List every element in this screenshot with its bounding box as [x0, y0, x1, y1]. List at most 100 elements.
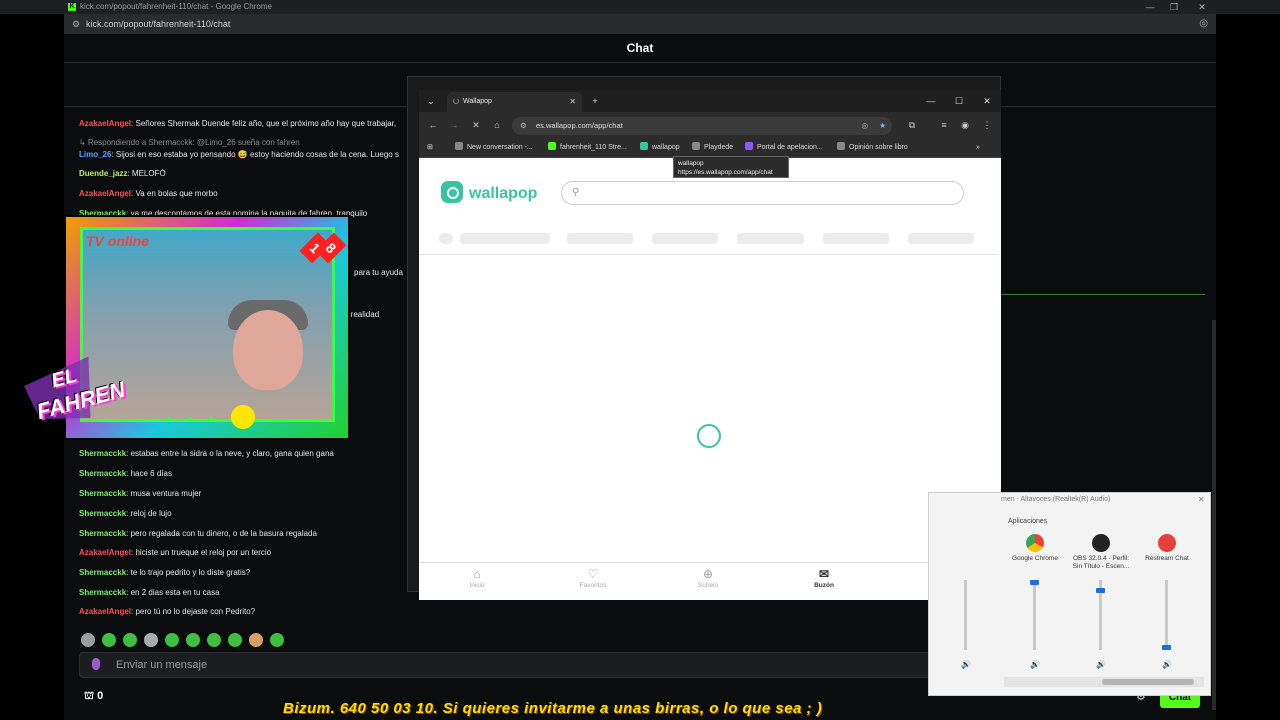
site-info-icon[interactable]: ⚙: [72, 19, 80, 29]
emote-icon[interactable]: [270, 633, 284, 647]
chat-username[interactable]: AzakaelAngel: [79, 119, 131, 128]
emote-icon[interactable]: [165, 633, 179, 647]
window-minimize-icon[interactable]: —: [924, 90, 938, 112]
apps-grid-icon[interactable]: ⊞: [427, 141, 433, 155]
bookmark-label: fahrenheit_110 Stre...: [560, 144, 627, 151]
emote-icon[interactable]: [123, 633, 137, 647]
chat-username[interactable]: AzakaelAngel: [79, 607, 131, 616]
bookmark-icon: [837, 142, 845, 150]
microphone-icon[interactable]: [92, 658, 100, 670]
chat-username[interactable]: Duende_jazz: [79, 169, 127, 178]
chat-username[interactable]: AzakaelAngel: [79, 189, 131, 198]
emote-icon[interactable]: [102, 633, 116, 647]
chat-message: Shermacckk: musa ventura mujer: [79, 488, 201, 500]
emote-icon[interactable]: [228, 633, 242, 647]
home-icon[interactable]: ⌂: [490, 117, 504, 133]
pacman-dots: ● ● ●: [166, 414, 220, 425]
kick-logo-icon: K: [68, 3, 76, 11]
chat-message-input[interactable]: Enviar un mensaje: [79, 652, 939, 678]
volume-slider[interactable]: [1165, 580, 1168, 650]
address-bar[interactable]: ⚙ es.wallapop.com/app/chat ◎ ★: [512, 117, 892, 135]
chat-message: Shermacckk: reloj de lujo: [79, 508, 172, 520]
menu-icon[interactable]: ⋮: [980, 117, 994, 133]
chat-username[interactable]: Shermacckk: [79, 509, 126, 518]
stop-icon[interactable]: ✕: [469, 117, 483, 133]
close-icon[interactable]: ✕: [1192, 0, 1212, 14]
speaker-icon[interactable]: 🔊: [1162, 660, 1172, 669]
bookmark-icon: [548, 142, 556, 150]
obs-icon: [1092, 534, 1110, 552]
emote-icon[interactable]: [249, 633, 263, 647]
speaker-icon[interactable]: 🔊: [961, 660, 971, 669]
bookmark-label: New conversation -...: [467, 144, 533, 151]
bookmark-label: Playdede: [704, 144, 734, 151]
category-skeleton: [823, 233, 889, 244]
chat-username[interactable]: AzakaelAngel: [79, 548, 131, 557]
volume-knob[interactable]: [1162, 644, 1171, 650]
mixer-app-name: Google Chrome: [1012, 555, 1058, 562]
chat-username[interactable]: Shermacckk: [79, 588, 126, 597]
volume-knob[interactable]: [1030, 580, 1039, 585]
outer-address-bar[interactable]: ⚙ kick.com/popout/fahrenheit-110/chat ◎: [64, 14, 1216, 34]
chat-scrollbar[interactable]: [1212, 320, 1216, 710]
chat-username[interactable]: Shermacckk: [79, 489, 126, 498]
nav-buzon[interactable]: ✉ Buzón: [789, 566, 859, 589]
new-tab-icon[interactable]: +: [588, 90, 602, 112]
site-settings-icon[interactable]: ⚙: [520, 117, 527, 135]
category-skeleton: [460, 233, 550, 244]
wallapop-search-input[interactable]: ⚲: [561, 181, 964, 205]
chat-message-text: : te lo trajo pedrito y lo diste gratis?: [126, 568, 251, 577]
emote-icon[interactable]: [144, 633, 158, 647]
speaker-icon[interactable]: 🔊: [1096, 660, 1106, 669]
back-icon[interactable]: ←: [426, 117, 440, 133]
nav-subelo[interactable]: ⊕ Súbelo: [673, 566, 743, 589]
bookmark-label: Portal de apelacion...: [757, 144, 823, 151]
bookmark-fahrenheit[interactable]: fahrenheit_110 Stre...: [548, 141, 627, 155]
wallapop-logo[interactable]: wallapop: [441, 181, 537, 205]
window-close-icon[interactable]: ✕: [980, 90, 994, 112]
bookmark-icon: [640, 142, 648, 150]
bookmark-new-conversation[interactable]: New conversation -...: [455, 141, 533, 155]
bookmark-star-icon[interactable]: ★: [879, 117, 886, 135]
emote-icon[interactable]: [207, 633, 221, 647]
nav-label: Buzón: [814, 582, 834, 589]
window-maximize-icon[interactable]: ☐: [952, 90, 966, 112]
mixer-scroll-thumb[interactable]: [1102, 679, 1194, 685]
chat-username[interactable]: Shermacckk: [79, 568, 126, 577]
tab-wallapop[interactable]: Wallapop ✕: [447, 92, 582, 112]
emote-icon[interactable]: [81, 633, 95, 647]
chat-message: Duende_jazz: MELOFÓ: [79, 168, 166, 180]
nav-favoritos[interactable]: ♡ Favoritos: [558, 566, 628, 589]
bookmark-playdede[interactable]: Playdede: [692, 141, 733, 155]
extensions-icon[interactable]: ⧉: [905, 117, 919, 133]
emote-icon[interactable]: [186, 633, 200, 647]
bookmark-portal[interactable]: Portal de apelacion...: [745, 141, 823, 155]
pacman-icon: [231, 405, 255, 429]
outer-url-text: kick.com/popout/fahrenheit-110/chat: [86, 19, 231, 29]
forward-icon[interactable]: →: [447, 117, 461, 133]
tab-close-icon[interactable]: ✕: [569, 92, 576, 112]
volume-slider[interactable]: [964, 580, 967, 650]
chat-message: AzakaelAngel: pero tú no lo dejaste con …: [79, 606, 255, 618]
nav-inicio[interactable]: ⌂ Inicio: [442, 566, 512, 589]
mixer-scrollbar[interactable]: [1004, 677, 1204, 687]
restore-icon[interactable]: ❐: [1164, 0, 1184, 14]
bookmark-opinion[interactable]: Opinión sobre libro: [837, 141, 908, 155]
profile-icon[interactable]: ◉: [958, 117, 972, 133]
volume-slider[interactable]: [1033, 580, 1036, 650]
bookmark-wallapop[interactable]: wallapop: [640, 141, 680, 155]
eye-slash-icon[interactable]: ◎: [861, 117, 868, 135]
mixer-close-icon[interactable]: ✕: [1198, 495, 1205, 504]
chat-username[interactable]: Shermacckk: [79, 449, 126, 458]
volume-knob[interactable]: [1096, 588, 1105, 594]
more-bookmarks-icon[interactable]: »: [976, 141, 980, 155]
plus-circle-icon: ⊕: [702, 567, 714, 581]
minimize-icon[interactable]: —: [1140, 0, 1160, 14]
chat-username[interactable]: Shermacckk: [79, 469, 126, 478]
tab-search-icon[interactable]: ⌄: [424, 90, 438, 112]
chat-username[interactable]: Limo_26: [79, 150, 111, 159]
eye-off-icon[interactable]: ◎: [1199, 14, 1208, 34]
chat-username[interactable]: Shermacckk: [79, 529, 126, 538]
media-icon[interactable]: ≡: [937, 117, 951, 133]
speaker-icon[interactable]: 🔊: [1030, 660, 1040, 669]
